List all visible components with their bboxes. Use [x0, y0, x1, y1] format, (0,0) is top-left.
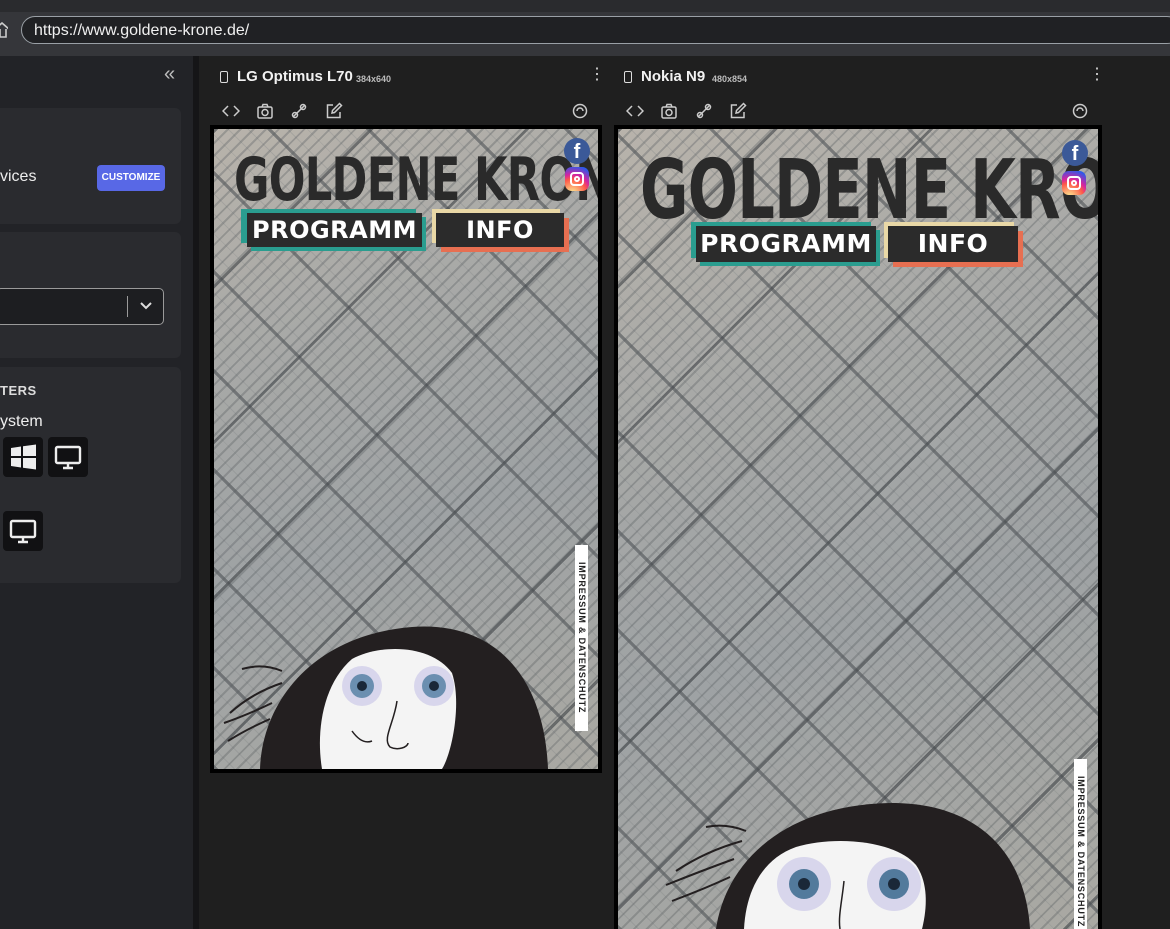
device-resolution: 384x640: [356, 74, 392, 84]
screenshot-icon[interactable]: [660, 102, 678, 120]
device-name: Nokia N9: [641, 68, 706, 85]
mobile-device-icon: [624, 71, 632, 83]
filters-heading: TERS: [0, 383, 37, 398]
edit-icon[interactable]: [325, 102, 343, 120]
rotate-icon[interactable]: [290, 102, 308, 120]
more-options-icon[interactable]: ⋮: [1089, 67, 1105, 84]
code-icon[interactable]: [222, 102, 240, 120]
device-viewport[interactable]: GOLDENE KRONE PROGRAMM INFO f IMPRESSUM …: [618, 129, 1098, 929]
character-illustration: [665, 803, 1030, 929]
more-options-icon[interactable]: ⋮: [589, 67, 605, 84]
device-name: LG Optimus L70: [237, 68, 353, 85]
panel-divider[interactable]: [193, 56, 199, 929]
url-text: https://www.goldene-krone.de/: [34, 22, 250, 39]
site-logo[interactable]: GOLDENE KRONE: [234, 145, 598, 215]
windows-icon: [11, 444, 36, 470]
monitor-icon: [54, 445, 82, 470]
facebook-icon[interactable]: f: [1062, 140, 1088, 166]
sync-icon[interactable]: [1071, 102, 1089, 120]
impressum-link[interactable]: IMPRESSUM & DATENSCHUTZ: [1074, 759, 1087, 929]
instagram-icon[interactable]: [1062, 171, 1086, 195]
windows-filter-button[interactable]: [3, 437, 43, 477]
os-label: ystem: [0, 413, 43, 430]
desktop-filter-button[interactable]: [48, 437, 88, 477]
mobile-device-icon: [220, 71, 228, 83]
screenshot-icon[interactable]: [256, 102, 274, 120]
device-resolution: 480x854: [712, 74, 748, 84]
select-separator: [127, 296, 128, 317]
device-viewport[interactable]: GOLDENE KRONE PROGRAMM INFO f IMPRESSUM …: [214, 129, 598, 769]
rotate-icon[interactable]: [695, 102, 713, 120]
character-illustration: [223, 626, 548, 769]
customize-button[interactable]: CUSTOMIZE: [97, 165, 165, 191]
url-input[interactable]: https://www.goldene-krone.de/: [21, 16, 1170, 44]
facebook-icon[interactable]: f: [564, 138, 590, 164]
monitor-icon: [9, 519, 37, 544]
window-top-strip: [0, 0, 1170, 12]
edit-icon[interactable]: [729, 102, 747, 120]
collapse-sidebar-icon[interactable]: «: [164, 64, 184, 86]
instagram-icon[interactable]: [565, 167, 589, 191]
code-icon[interactable]: [626, 102, 644, 120]
nav-programm-link[interactable]: PROGRAMM: [247, 213, 422, 247]
nav-info-link[interactable]: INFO: [888, 226, 1018, 262]
chevron-down-icon[interactable]: [138, 297, 154, 315]
devices-label: vices: [0, 168, 37, 185]
nav-programm-link[interactable]: PROGRAMM: [696, 226, 876, 262]
nav-info-link[interactable]: INFO: [436, 213, 564, 247]
site-logo[interactable]: GOLDENE KRONE: [640, 143, 1098, 238]
sync-icon[interactable]: [571, 102, 589, 120]
impressum-link[interactable]: IMPRESSUM & DATENSCHUTZ: [575, 545, 588, 731]
desktop-filter-button-2[interactable]: [3, 511, 43, 551]
home-icon[interactable]: [0, 22, 8, 38]
